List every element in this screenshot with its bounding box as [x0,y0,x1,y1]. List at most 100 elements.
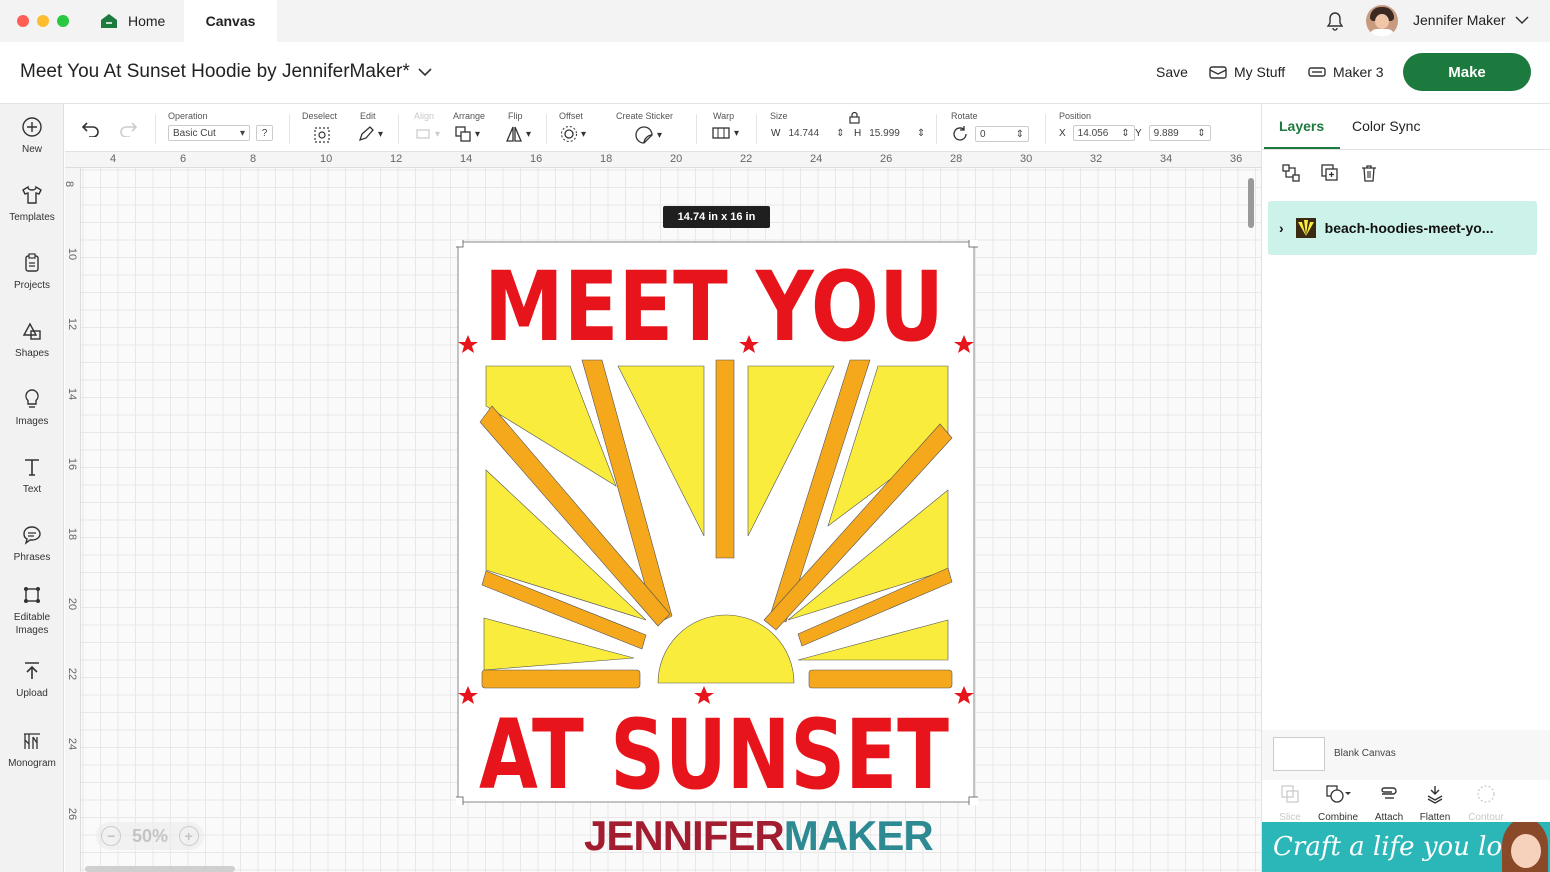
blank-canvas-row[interactable]: Blank Canvas [1262,730,1550,780]
ruler-tick-label: 32 [1090,153,1103,165]
combine-button[interactable]: Combine [1313,784,1363,823]
left-sidebar: New Templates Projects Shapes Images Tex… [0,104,64,872]
divider [289,114,290,144]
plus-circle-icon [22,117,42,137]
user-name[interactable]: Jennifer Maker [1413,12,1506,28]
operation-help-button[interactable]: ? [256,125,273,141]
operation-select[interactable]: Basic Cut ▾ ? [168,125,273,141]
position-label: Position [1059,111,1092,121]
craft-banner: Craft a life you love [1262,822,1550,872]
close-window-button[interactable] [17,15,29,27]
height-field[interactable]: H 15.999 ⇕ [854,125,931,141]
align-menu-button[interactable]: ▾ [414,125,440,143]
horizontal-scrollbar[interactable] [85,866,235,872]
save-button[interactable]: Save [1156,64,1188,80]
sidebar-item-templates[interactable]: Templates [0,184,64,224]
layer-row[interactable]: › beach-hoodies-meet-yo... [1268,201,1537,255]
sidebar-item-images[interactable]: Images [0,388,64,428]
ruler-tick-label: 20 [66,597,79,611]
deselect-icon[interactable] [313,126,331,144]
offset-menu-button[interactable]: ▾ [560,125,586,143]
maximize-window-button[interactable] [57,15,69,27]
divider [756,114,757,144]
trash-icon[interactable] [1359,163,1379,183]
dropdown-arrow-icon: ▾ [475,128,481,140]
zoom-control: − 50% + [96,822,204,850]
chevron-down-icon [418,68,432,77]
flatten-button[interactable]: Flatten [1410,784,1460,823]
ruler-tick-label: 28 [950,153,963,165]
ruler-tick-label: 14 [66,387,79,401]
dropdown-arrow-icon: ▾ [239,127,245,139]
sidebar-item-monogram[interactable]: Monogram [0,730,64,770]
edit-toolbar: Operation Basic Cut ▾ ? Deselect Edit ▾ A… [65,104,1261,152]
ruler-tick-label: 36 [1230,153,1243,165]
offset-icon [561,126,577,142]
y-value: 9.889 [1153,127,1179,139]
x-position-field[interactable]: X 14.056 ⇕ [1059,125,1135,141]
bell-icon[interactable] [1326,11,1344,31]
resize-handle[interactable] [968,240,978,248]
contour-button[interactable]: Contour [1461,784,1511,823]
my-stuff-button[interactable]: My Stuff [1209,64,1285,80]
stepper-icon: ⇕ [1121,127,1130,139]
combine-icon [1326,785,1351,803]
sidebar-item-text[interactable]: Text [0,456,64,496]
sidebar-item-phrases[interactable]: Phrases [0,524,64,564]
zoom-out-button[interactable]: − [101,826,122,846]
height-label: H [854,127,862,139]
make-button[interactable]: Make [1403,53,1531,91]
chevron-right-icon[interactable]: › [1279,220,1284,236]
dropdown-arrow-icon: ▾ [657,129,663,141]
sidebar-item-label: Phrases [13,552,51,563]
zoom-in-button[interactable]: + [178,826,199,846]
sidebar-item-new[interactable]: New [0,116,64,156]
resize-handle[interactable] [456,796,464,805]
sidebar-item-projects[interactable]: Projects [0,252,64,292]
deselect-label: Deselect [302,111,338,121]
warp-icon [712,127,730,139]
project-title-bar: Meet You At Sunset Hoodie by JenniferMak… [0,42,1550,104]
attach-button[interactable]: Attach [1364,784,1414,823]
warp-menu-button[interactable]: ▾ [711,125,739,141]
watermark-part2: MAKER [783,812,934,859]
width-field[interactable]: W 14.744 ⇕ [771,125,850,141]
tab-color-sync[interactable]: Color Sync [1352,118,1420,134]
minimize-window-button[interactable] [37,15,49,27]
slice-button[interactable]: Slice [1265,784,1315,823]
blank-canvas-swatch [1273,737,1325,771]
avatar[interactable] [1366,5,1398,37]
vertical-scrollbar[interactable] [1248,178,1254,228]
group-icon[interactable] [1281,163,1301,183]
resize-handle[interactable] [456,240,464,248]
tab-canvas[interactable]: Canvas [184,0,277,42]
tab-layers[interactable]: Layers [1279,118,1324,134]
flip-menu-button[interactable]: ▾ [505,125,531,143]
ruler-tick-label: 8 [63,180,76,188]
create-sticker-button[interactable]: ▾ [634,125,662,145]
duplicate-icon[interactable] [1320,163,1340,183]
y-position-field[interactable]: Y 9.889 ⇕ [1135,125,1211,141]
sidebar-item-label: Editable Images [13,612,51,636]
folder-icon [1209,66,1227,79]
arrange-menu-button[interactable]: ▾ [454,125,480,143]
resize-handle[interactable] [968,796,978,805]
sidebar-item-shapes[interactable]: Shapes [0,320,64,360]
chevron-down-icon[interactable] [1515,15,1529,25]
tab-home[interactable]: Home [88,0,184,42]
project-title-menu[interactable]: Meet You At Sunset Hoodie by JenniferMak… [20,61,432,83]
sidebar-item-editable-images[interactable]: Editable Images [0,584,64,637]
machine-button[interactable]: Maker 3 [1308,64,1384,80]
x-label: X [1059,127,1066,139]
sidebar-item-upload[interactable]: Upload [0,660,64,700]
blank-canvas-label: Blank Canvas [1334,748,1396,759]
sidebar-item-label: New [21,144,42,155]
design-artwork[interactable]: MEET YOU AT SUNSET [456,240,978,805]
offset-label: Offset [559,111,583,121]
undo-icon[interactable] [81,121,101,137]
stepper-icon: ⇕ [836,127,845,139]
lock-icon[interactable] [849,111,860,124]
rotate-field[interactable]: 0 ⇕ [951,125,1029,143]
upload-icon [25,662,39,679]
edit-menu-button[interactable]: ▾ [357,125,383,143]
